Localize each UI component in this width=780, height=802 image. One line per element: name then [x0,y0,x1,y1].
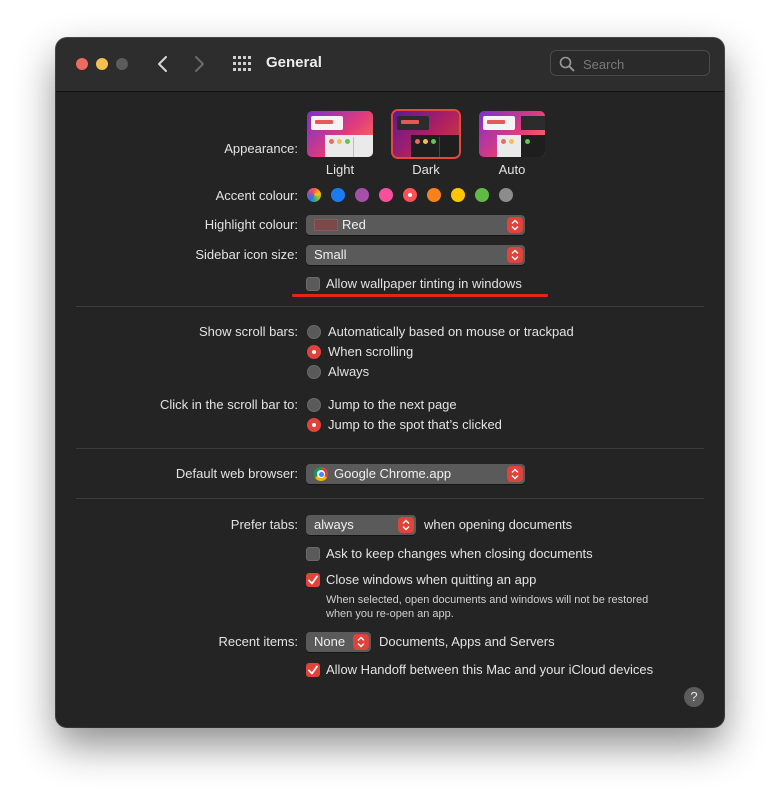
help-button[interactable]: ? [684,687,704,707]
appearance-label: Appearance: [224,141,298,156]
scroll-bars-when-scrolling-label: When scrolling [328,344,414,359]
ask-keep-changes-label: Ask to keep changes when closing documen… [326,546,593,561]
title-bar: General [56,38,724,92]
appearance-light-label: Light [325,162,355,177]
accent-swatch-purple[interactable] [355,188,369,202]
accent-swatch-multicolour[interactable] [307,188,321,202]
search-icon [559,56,575,72]
scroll-bars-auto-radio[interactable] [307,325,321,339]
search-field[interactable] [550,50,710,76]
close-windows-note-line-1: When selected, open documents and window… [326,594,649,606]
prefer-tabs-suffix: when opening documents [424,517,573,532]
accent-swatch-red[interactable] [403,188,417,202]
click-next-page-label: Jump to the next page [328,397,457,412]
popup-stepper-icon [507,247,523,263]
click-spot-clicked-label: Jump to the spot that’s clicked [328,417,502,432]
sidebar-icon-size-label: Sidebar icon size: [195,247,298,262]
accent-swatch-graphite[interactable] [499,188,513,202]
forward-chevron-icon[interactable] [188,52,210,76]
default-browser-popup[interactable]: Google Chrome.app [306,464,525,484]
show-all-grid-icon[interactable] [233,56,251,72]
close-window-button[interactable] [76,58,88,70]
close-windows-label: Close windows when quitting an app [326,572,537,587]
highlight-swatch [314,219,338,231]
highlight-colour-label: Highlight colour: [204,217,298,232]
default-browser-value: Google Chrome.app [334,466,452,481]
accent-swatch-green[interactable] [475,188,489,202]
scroll-bars-auto-label: Automatically based on mouse or trackpad [328,324,574,339]
popup-stepper-icon [507,217,523,233]
accent-swatch-orange[interactable] [427,188,441,202]
accent-colour-label: Accent colour: [215,188,298,203]
sidebar-icon-size-popup[interactable]: Small [306,245,525,265]
popup-stepper-icon [507,466,523,482]
recent-items-popup[interactable]: None [306,632,371,652]
handoff-label: Allow Handoff between this Mac and your … [326,662,654,677]
wallpaper-tinting-label: Allow wallpaper tinting in windows [326,276,522,291]
window-title: General [266,54,322,71]
recent-items-label: Recent items: [218,634,298,649]
scroll-bars-when-scrolling-radio[interactable] [307,345,321,359]
wallpaper-tinting-checkbox[interactable] [306,277,320,291]
zoom-window-button[interactable] [116,58,128,70]
prefer-tabs-value: always [314,517,354,532]
close-windows-note-line-2: when you re-open an app. [326,608,454,620]
chrome-icon [314,467,328,481]
checkmark-icon [308,665,318,675]
search-input[interactable] [581,54,705,74]
ask-keep-changes-checkbox[interactable] [306,547,320,561]
recent-items-value: None [314,634,346,649]
highlight-colour-popup[interactable]: Red [306,215,525,235]
appearance-dark-thumbnail[interactable] [393,111,459,157]
handoff-checkbox[interactable] [306,663,320,677]
minimize-window-button[interactable] [96,58,108,70]
popup-stepper-icon [398,517,414,533]
scroll-bars-always-radio[interactable] [307,365,321,379]
accent-swatch-blue[interactable] [331,188,345,202]
recent-items-suffix: Documents, Apps and Servers [379,634,555,649]
back-chevron-icon[interactable] [152,52,174,76]
prefer-tabs-label: Prefer tabs: [230,517,298,532]
separator [76,448,704,449]
appearance-dark-label: Dark [412,162,440,177]
sidebar-icon-size-value: Small [314,247,347,262]
popup-stepper-icon [353,634,369,650]
prefer-tabs-popup[interactable]: always [306,515,416,535]
appearance-light-thumbnail[interactable] [307,111,373,157]
click-scroll-bar-label: Click in the scroll bar to: [160,397,298,412]
annotation-underline [292,294,548,297]
appearance-auto-label: Auto [498,162,526,177]
separator [76,498,704,499]
accent-swatch-yellow[interactable] [451,188,465,202]
separator [76,306,704,307]
default-browser-label: Default web browser: [175,466,298,481]
click-next-page-radio[interactable] [307,398,321,412]
accent-swatch-pink[interactable] [379,188,393,202]
highlight-colour-value: Red [342,217,366,232]
scroll-bars-label: Show scroll bars: [199,324,298,339]
checkmark-icon [308,575,318,585]
system-preferences-window: General Appearance: [56,38,724,727]
close-windows-checkbox[interactable] [306,573,320,587]
click-spot-clicked-radio[interactable] [307,418,321,432]
appearance-auto-thumbnail[interactable] [479,111,545,157]
scroll-bars-always-label: Always [328,364,370,379]
